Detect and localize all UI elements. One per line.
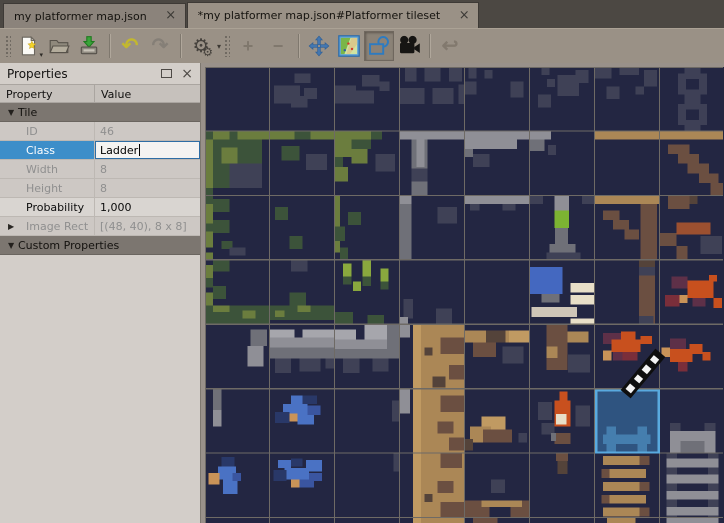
group-label: Tile bbox=[18, 106, 37, 119]
new-file-icon bbox=[18, 35, 40, 57]
tiled-window: my platformer map.json × *my platformer … bbox=[0, 0, 724, 523]
property-row-id[interactable]: ID 46 bbox=[0, 122, 200, 141]
tab-map-document[interactable]: my platformer map.json × bbox=[3, 3, 186, 28]
panel-title: Properties bbox=[7, 67, 161, 81]
main-area: Properties × Property Value ▼ Tile ID 46… bbox=[0, 63, 724, 523]
property-value: 8 bbox=[95, 160, 200, 178]
move-arrows-icon bbox=[308, 35, 330, 57]
select-shapes-icon bbox=[367, 34, 391, 58]
chevron-down-icon[interactable]: ▼ bbox=[0, 241, 18, 250]
property-label: Image Rect bbox=[26, 220, 88, 233]
toolbar-grip[interactable] bbox=[5, 35, 11, 57]
dropdown-arrow-icon[interactable]: ▾ bbox=[217, 42, 221, 51]
main-toolbar: ▾ ↶ ↷ ⚙ ⚙ ▾ + bbox=[0, 28, 724, 63]
return-arrow-icon: ↩ bbox=[442, 36, 459, 56]
chevron-down-icon[interactable]: ▼ bbox=[0, 108, 18, 117]
input-text: Ladder bbox=[100, 144, 138, 157]
zoom-in-button[interactable]: + bbox=[233, 31, 263, 61]
float-icon[interactable] bbox=[161, 69, 172, 78]
properties-column-header: Property Value bbox=[0, 84, 200, 103]
column-header-property: Property bbox=[0, 85, 95, 102]
close-icon[interactable]: × bbox=[181, 69, 193, 79]
undo-icon: ↶ bbox=[122, 36, 139, 56]
redo-icon: ↷ bbox=[152, 36, 169, 56]
class-value-input[interactable]: Ladder bbox=[95, 141, 200, 159]
zoom-out-button[interactable]: − bbox=[263, 31, 293, 61]
tileset-image-button[interactable] bbox=[334, 31, 364, 61]
toolbar-separator bbox=[429, 34, 430, 58]
pan-tool-button[interactable] bbox=[304, 31, 334, 61]
toolbar-separator bbox=[109, 34, 110, 58]
tab-tileset-document[interactable]: *my platformer map.json#Platformer tiles… bbox=[187, 2, 480, 28]
property-label: ID bbox=[26, 125, 38, 138]
property-row-height[interactable]: Height 8 bbox=[0, 179, 200, 198]
save-button[interactable] bbox=[74, 31, 104, 61]
record-button[interactable] bbox=[394, 31, 424, 61]
open-folder-icon bbox=[48, 35, 70, 57]
new-map-button[interactable]: ▾ bbox=[14, 31, 44, 61]
chevron-right-icon[interactable]: ▶ bbox=[8, 222, 26, 231]
property-value: 46 bbox=[95, 122, 200, 140]
text-caret bbox=[139, 144, 140, 156]
properties-panel: Properties × Property Value ▼ Tile ID 46… bbox=[0, 63, 201, 523]
property-row-class[interactable]: Class Ladder bbox=[0, 141, 200, 160]
property-row-probability[interactable]: Probability 1,000 bbox=[0, 198, 200, 217]
property-row-width[interactable]: Width 8 bbox=[0, 160, 200, 179]
column-header-value: Value bbox=[95, 85, 200, 102]
document-tab-bar: my platformer map.json × *my platformer … bbox=[0, 0, 724, 28]
group-row-custom-properties[interactable]: ▼ Custom Properties bbox=[0, 236, 200, 255]
minus-icon: − bbox=[273, 37, 284, 55]
selected-tile-highlight bbox=[595, 389, 660, 453]
toolbar-separator bbox=[180, 34, 181, 58]
property-label: Probability bbox=[26, 201, 84, 214]
open-file-button[interactable] bbox=[44, 31, 74, 61]
save-icon bbox=[78, 35, 100, 57]
plus-icon: + bbox=[243, 37, 254, 55]
selection-tool-button[interactable] bbox=[364, 31, 394, 61]
property-value: 1,000 bbox=[95, 198, 200, 216]
dropdown-arrow-icon: ▾ bbox=[39, 51, 43, 59]
tileset-view[interactable] bbox=[201, 63, 724, 523]
commands-button[interactable]: ⚙ ⚙ bbox=[186, 31, 216, 61]
property-value: [(48, 40), 8 x 8] bbox=[95, 217, 200, 235]
panel-empty-space bbox=[0, 255, 200, 523]
tab-title: *my platformer map.json#Platformer tiles… bbox=[198, 9, 441, 22]
redo-button[interactable]: ↷ bbox=[145, 31, 175, 61]
group-row-tile[interactable]: ▼ Tile bbox=[0, 103, 200, 122]
group-label: Custom Properties bbox=[18, 239, 119, 252]
tileset-canvas[interactable] bbox=[205, 67, 723, 523]
property-value: 8 bbox=[95, 179, 200, 197]
property-label: Width bbox=[26, 163, 58, 176]
small-gear-icon: ⚙ bbox=[202, 46, 213, 58]
undo-button[interactable]: ↶ bbox=[115, 31, 145, 61]
property-row-image-rect[interactable]: ▶Image Rect [(48, 40), 8 x 8] bbox=[0, 217, 200, 236]
close-icon[interactable]: × bbox=[163, 9, 179, 23]
toolbar-separator bbox=[298, 34, 299, 58]
close-icon[interactable]: × bbox=[456, 9, 472, 23]
toolbar-grip[interactable] bbox=[224, 35, 230, 57]
property-label: Class bbox=[26, 144, 55, 157]
map-image-icon bbox=[337, 34, 361, 58]
jump-back-button[interactable]: ↩ bbox=[435, 31, 465, 61]
camera-icon bbox=[397, 34, 421, 58]
tab-title: my platformer map.json bbox=[14, 10, 147, 23]
property-label: Height bbox=[26, 182, 62, 195]
properties-panel-titlebar: Properties × bbox=[0, 63, 200, 84]
